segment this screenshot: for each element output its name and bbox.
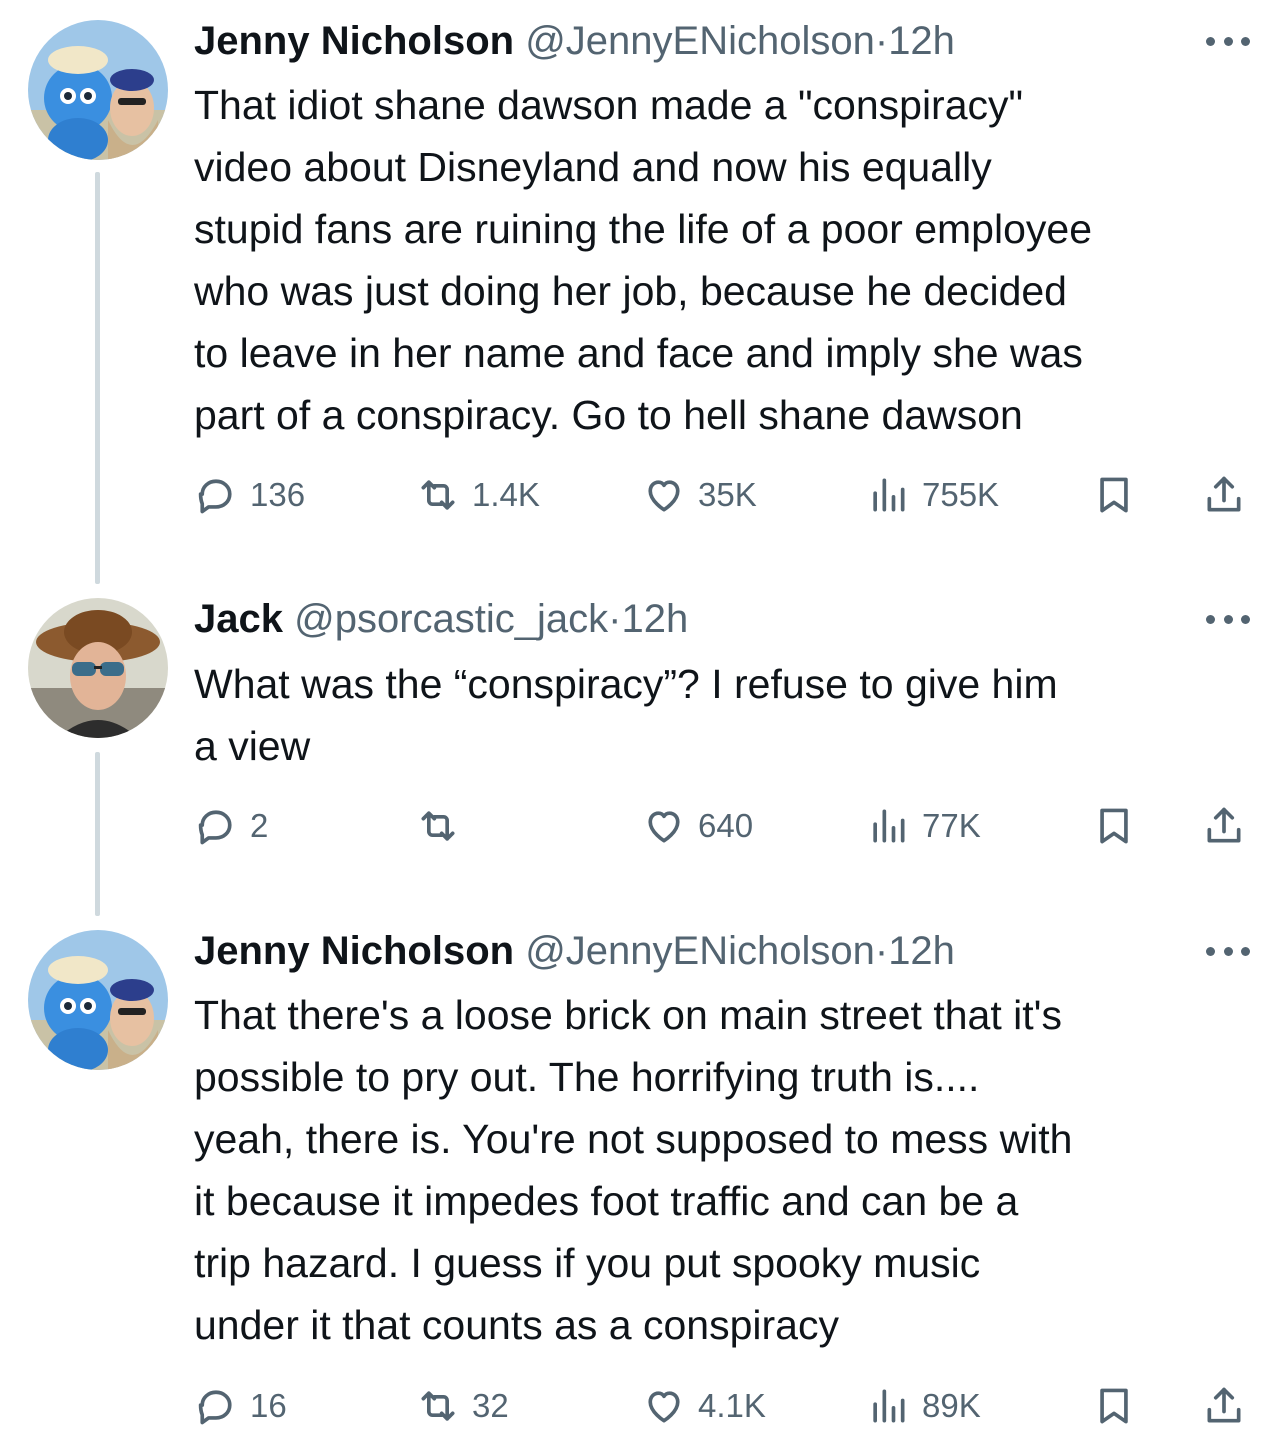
share-button[interactable]: [1202, 465, 1246, 525]
action-bar: 16 32 4.1K 89K: [194, 1376, 1254, 1436]
avatar[interactable]: [28, 20, 168, 160]
reply-count: 16: [250, 1387, 287, 1424]
reply-icon: [198, 810, 232, 845]
view-count: 89K: [922, 1387, 981, 1424]
bookmark-icon: [1100, 808, 1128, 844]
thread-line: [95, 172, 100, 584]
retweet-button[interactable]: [416, 796, 472, 856]
like-count: 35K: [698, 476, 757, 513]
action-bar: 136 1.4K 35K 755K: [194, 465, 1254, 525]
like-count: 4.1K: [698, 1387, 766, 1424]
avatar[interactable]: [28, 598, 168, 738]
heart-icon: [648, 480, 680, 512]
reply-button[interactable]: 16: [194, 1376, 287, 1436]
timestamp[interactable]: 12h: [621, 597, 688, 641]
tweet-text: That there's a loose brick on main stree…: [194, 992, 1073, 1348]
tweet-text: What was the “conspiracy”? I refuse to g…: [194, 661, 1058, 769]
bookmark-icon: [1100, 1388, 1128, 1424]
more-icon[interactable]: [1206, 594, 1250, 644]
retweet-icon: [421, 480, 455, 510]
retweet-count: 32: [472, 1387, 509, 1424]
view-count: 77K: [922, 807, 981, 844]
heart-icon: [648, 1391, 680, 1423]
reply-icon: [198, 479, 232, 514]
like-button[interactable]: 640: [642, 796, 753, 856]
action-bar: 2 640 77K: [194, 796, 1254, 856]
views-icon: [873, 809, 905, 843]
share-button[interactable]: [1202, 796, 1246, 856]
retweet-button[interactable]: 32: [416, 1376, 509, 1436]
user-handle[interactable]: @JennyENicholson: [525, 929, 875, 973]
separator-dot: ·: [874, 19, 889, 63]
display-name[interactable]: Jenny Nicholson: [194, 929, 514, 973]
timestamp[interactable]: 12h: [888, 929, 955, 973]
retweet-button[interactable]: 1.4K: [416, 465, 540, 525]
heart-icon: [648, 811, 680, 843]
views-icon: [873, 478, 905, 512]
reply-count: 2: [250, 807, 269, 844]
views-button[interactable]: 89K: [866, 1376, 981, 1436]
view-count: 755K: [922, 476, 1000, 513]
reply-icon: [198, 1390, 232, 1425]
retweet-icon: [421, 1391, 455, 1421]
reply-button[interactable]: 136: [194, 465, 305, 525]
tweet-text: That idiot shane dawson made a "conspira…: [194, 82, 1092, 438]
tweet-header: Jenny Nicholson @JennyENicholson·12h: [194, 926, 1250, 976]
more-icon[interactable]: [1206, 926, 1250, 976]
like-button[interactable]: 4.1K: [642, 1376, 766, 1436]
like-button[interactable]: 35K: [642, 465, 757, 525]
tweet-header: Jenny Nicholson @JennyENicholson·12h: [194, 16, 1250, 66]
display-name[interactable]: Jack: [194, 597, 283, 641]
reply-count: 136: [250, 476, 306, 513]
share-icon: [1207, 807, 1241, 843]
separator-dot: ·: [608, 597, 622, 641]
views-icon: [873, 1389, 905, 1423]
views-button[interactable]: 77K: [866, 796, 981, 856]
thread-line: [95, 752, 100, 916]
retweet-icon: [421, 811, 455, 841]
share-button[interactable]: [1202, 1376, 1246, 1436]
bookmark-button[interactable]: [1092, 1376, 1136, 1436]
display-name[interactable]: Jenny Nicholson: [194, 19, 514, 63]
more-icon[interactable]: [1206, 16, 1250, 66]
bookmark-button[interactable]: [1092, 796, 1136, 856]
share-icon: [1207, 1387, 1241, 1423]
share-icon: [1207, 476, 1241, 512]
timestamp[interactable]: 12h: [888, 19, 955, 63]
bookmark-button[interactable]: [1092, 465, 1136, 525]
tweet-header: Jack @psorcastic_jack·12h: [194, 594, 1250, 644]
views-button[interactable]: 755K: [866, 465, 999, 525]
reply-button[interactable]: 2: [194, 796, 268, 856]
avatar[interactable]: [28, 930, 168, 1070]
separator-dot: ·: [874, 929, 889, 973]
user-handle[interactable]: @JennyENicholson: [525, 19, 875, 63]
retweet-count: 1.4K: [472, 476, 540, 513]
bookmark-icon: [1100, 477, 1128, 513]
like-count: 640: [698, 807, 754, 844]
user-handle[interactable]: @psorcastic_jack: [294, 597, 608, 641]
